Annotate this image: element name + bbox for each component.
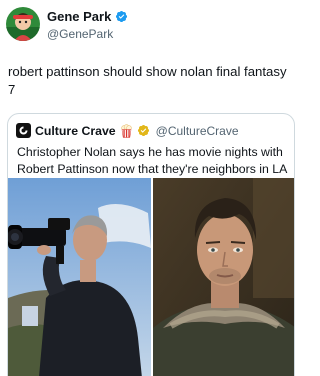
quoted-author-handle: @CultureCrave xyxy=(155,123,239,138)
quoted-author-avatar xyxy=(16,123,31,138)
quoted-tweet-card[interactable]: Culture Crave @CultureCrave Christopher … xyxy=(7,113,295,376)
quoted-author-name: Culture Crave xyxy=(35,123,116,138)
author-display-name[interactable]: Gene Park xyxy=(47,9,111,24)
tweet-screenshot: Gene Park @GenePark robert pattinson sho… xyxy=(0,0,300,376)
gold-verified-badge-icon xyxy=(137,124,150,137)
media-photo-actor[interactable] xyxy=(153,178,294,376)
popcorn-icon xyxy=(120,123,133,138)
author-avatar[interactable] xyxy=(6,7,40,41)
author-handle[interactable]: @GenePark xyxy=(47,27,113,41)
quoted-tweet-header: Culture Crave @CultureCrave xyxy=(16,123,239,138)
media-photo-director[interactable] xyxy=(8,178,151,376)
quoted-tweet-media[interactable] xyxy=(8,178,294,376)
verified-badge-icon xyxy=(115,10,128,23)
author-name-row: Gene Park xyxy=(47,9,128,24)
tweet-text: robert pattinson should show nolan final… xyxy=(8,64,287,97)
quoted-tweet-text: Christopher Nolan says he has movie nigh… xyxy=(17,145,288,176)
